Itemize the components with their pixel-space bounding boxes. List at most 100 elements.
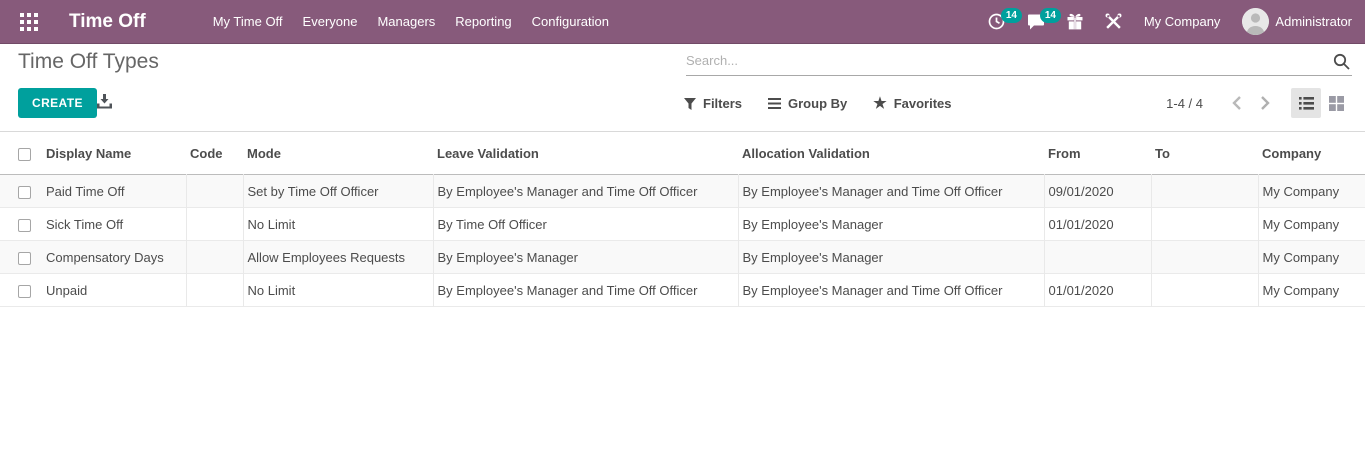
cell-mode: Set by Time Off Officer bbox=[242, 174, 433, 208]
cell-company: My Company bbox=[1257, 174, 1365, 208]
search-input[interactable] bbox=[686, 46, 1316, 75]
column-header-to[interactable]: To bbox=[1151, 132, 1258, 175]
cell-mode: No Limit bbox=[242, 273, 433, 307]
menu-configuration[interactable]: Configuration bbox=[522, 0, 619, 44]
cell-code bbox=[185, 174, 243, 208]
row-select-cell bbox=[0, 241, 42, 274]
filter-funnel-icon bbox=[684, 97, 696, 110]
cell-leave-validation: By Employee's Manager bbox=[432, 240, 738, 274]
cell-display-name: Sick Time Off bbox=[46, 216, 124, 232]
cell-mode: No Limit bbox=[242, 207, 433, 241]
cell-company: My Company bbox=[1257, 207, 1365, 241]
pager-previous-button[interactable] bbox=[1223, 96, 1251, 110]
cell-from: 09/01/2020 bbox=[1043, 174, 1151, 208]
column-header-allocation-validation[interactable]: Allocation Validation bbox=[738, 132, 1044, 175]
cell-allocation-validation: By Employee's Manager and Time Off Offic… bbox=[737, 273, 1044, 307]
table-header-row: Display Name Code Mode Leave Validation … bbox=[0, 132, 1365, 175]
column-header-company[interactable]: Company bbox=[1258, 132, 1365, 175]
cell-leave-validation: By Time Off Officer bbox=[432, 207, 738, 241]
download-icon bbox=[97, 94, 112, 109]
cell-from bbox=[1043, 240, 1151, 274]
cell-allocation-validation: By Employee's Manager and Time Off Offic… bbox=[737, 174, 1044, 208]
kanban-view-button[interactable] bbox=[1321, 88, 1351, 118]
app-menu: My Time Off Everyone Managers Reporting … bbox=[203, 0, 619, 44]
row-select-cell bbox=[0, 208, 42, 241]
group-by-label: Group By bbox=[788, 96, 848, 111]
search-icon[interactable] bbox=[1333, 53, 1350, 70]
menu-managers[interactable]: Managers bbox=[367, 0, 445, 44]
pager-and-view-switcher: 1-4 / 4 bbox=[1166, 88, 1351, 118]
cell-display-name: Compensatory Days bbox=[46, 249, 164, 265]
table-row[interactable]: Unpaid No Limit By Employee's Manager an… bbox=[0, 273, 1365, 307]
row-checkbox[interactable] bbox=[18, 185, 31, 199]
cell-company: My Company bbox=[1257, 273, 1365, 307]
cell-allocation-validation: By Employee's Manager bbox=[737, 240, 1044, 274]
search-bar bbox=[686, 46, 1352, 76]
cell-code bbox=[185, 273, 243, 307]
row-checkbox[interactable] bbox=[18, 218, 31, 232]
column-header-code[interactable]: Code bbox=[186, 132, 243, 175]
list-view-icon bbox=[1298, 96, 1314, 110]
cell-to bbox=[1150, 174, 1258, 208]
cell-display-name: Unpaid bbox=[46, 282, 88, 298]
pager-range: 1-4 / 4 bbox=[1166, 95, 1203, 111]
user-menu[interactable]: Administrator bbox=[1275, 0, 1352, 44]
page-title: Time Off Types bbox=[18, 50, 159, 73]
row-select-cell bbox=[0, 274, 42, 307]
apps-grid-icon bbox=[19, 12, 38, 31]
row-checkbox[interactable] bbox=[18, 284, 31, 298]
select-all-checkbox[interactable] bbox=[18, 147, 31, 161]
column-header-leave-validation[interactable]: Leave Validation bbox=[433, 132, 738, 175]
cell-to bbox=[1150, 207, 1258, 241]
cell-leave-validation: By Employee's Manager and Time Off Offic… bbox=[432, 174, 738, 208]
cell-allocation-validation: By Employee's Manager bbox=[737, 207, 1044, 241]
top-navbar: Time Off My Time Off Everyone Managers R… bbox=[0, 0, 1365, 44]
apps-menu-button[interactable] bbox=[0, 0, 57, 44]
company-switcher[interactable]: My Company bbox=[1133, 0, 1232, 44]
select-all-cell bbox=[0, 132, 42, 175]
cell-leave-validation: By Employee's Manager and Time Off Offic… bbox=[432, 273, 738, 307]
group-by-button[interactable]: Group By bbox=[768, 96, 847, 111]
star-icon: ★ bbox=[873, 95, 887, 112]
favorites-label: Favorites bbox=[893, 96, 952, 111]
group-by-bars-icon bbox=[768, 98, 782, 109]
activities-button[interactable]: 14 bbox=[977, 0, 1022, 44]
cell-from: 01/01/2020 bbox=[1043, 207, 1151, 241]
menu-my-time-off[interactable]: My Time Off bbox=[203, 0, 293, 44]
cell-from: 01/01/2020 bbox=[1043, 273, 1151, 307]
time-off-types-table: Display Name Code Mode Leave Validation … bbox=[0, 131, 1365, 307]
row-checkbox[interactable] bbox=[18, 251, 31, 265]
debug-tools-button[interactable] bbox=[1094, 0, 1133, 44]
cell-to bbox=[1150, 240, 1258, 274]
column-header-from[interactable]: From bbox=[1044, 132, 1151, 175]
cell-mode: Allow Employees Requests bbox=[242, 240, 433, 274]
systray: 14 14 My Company Administrator bbox=[977, 0, 1365, 44]
menu-reporting[interactable]: Reporting bbox=[445, 0, 521, 44]
column-header-mode[interactable]: Mode bbox=[243, 132, 433, 175]
export-download-button[interactable] bbox=[97, 94, 112, 109]
cell-code bbox=[185, 207, 243, 241]
tools-icon bbox=[1105, 13, 1122, 30]
list-view-button[interactable] bbox=[1291, 88, 1321, 118]
filters-button[interactable]: Filters bbox=[684, 96, 742, 111]
view-switcher bbox=[1291, 88, 1351, 118]
menu-everyone[interactable]: Everyone bbox=[293, 0, 368, 44]
cell-to bbox=[1150, 273, 1258, 307]
messages-button[interactable]: 14 bbox=[1016, 0, 1061, 44]
column-header-display-name[interactable]: Display Name bbox=[42, 132, 186, 175]
cell-company: My Company bbox=[1257, 240, 1365, 274]
avatar[interactable] bbox=[1242, 8, 1270, 35]
table-row[interactable]: Compensatory Days Allow Employees Reques… bbox=[0, 240, 1365, 274]
rewards-button[interactable] bbox=[1056, 0, 1094, 44]
app-title[interactable]: Time Off bbox=[69, 11, 146, 33]
create-button[interactable]: CREATE bbox=[18, 88, 97, 118]
row-select-cell bbox=[0, 175, 42, 208]
filters-label: Filters bbox=[703, 96, 743, 111]
cell-code bbox=[185, 240, 243, 274]
cell-display-name: Paid Time Off bbox=[46, 183, 125, 199]
favorites-button[interactable]: ★ Favorites bbox=[873, 96, 951, 111]
table-row[interactable]: Paid Time Off Set by Time Off Officer By… bbox=[0, 174, 1365, 208]
gift-icon bbox=[1067, 13, 1083, 30]
pager-next-button[interactable] bbox=[1251, 96, 1279, 110]
table-row[interactable]: Sick Time Off No Limit By Time Off Offic… bbox=[0, 207, 1365, 241]
